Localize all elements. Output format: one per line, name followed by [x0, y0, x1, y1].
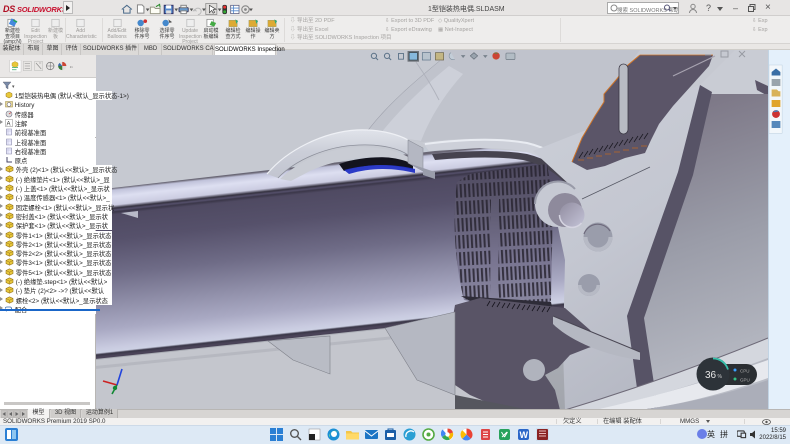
- svg-text:36: 36: [705, 370, 717, 381]
- svg-text:%: %: [718, 374, 723, 380]
- svg-text:CPU: CPU: [740, 369, 750, 374]
- svg-text:W: W: [520, 430, 529, 440]
- svg-text:GPU: GPU: [740, 378, 750, 383]
- svg-text:A: A: [7, 121, 11, 127]
- svg-text:‹›: ‹›: [70, 64, 73, 69]
- svg-text:▾: ▾: [12, 84, 15, 90]
